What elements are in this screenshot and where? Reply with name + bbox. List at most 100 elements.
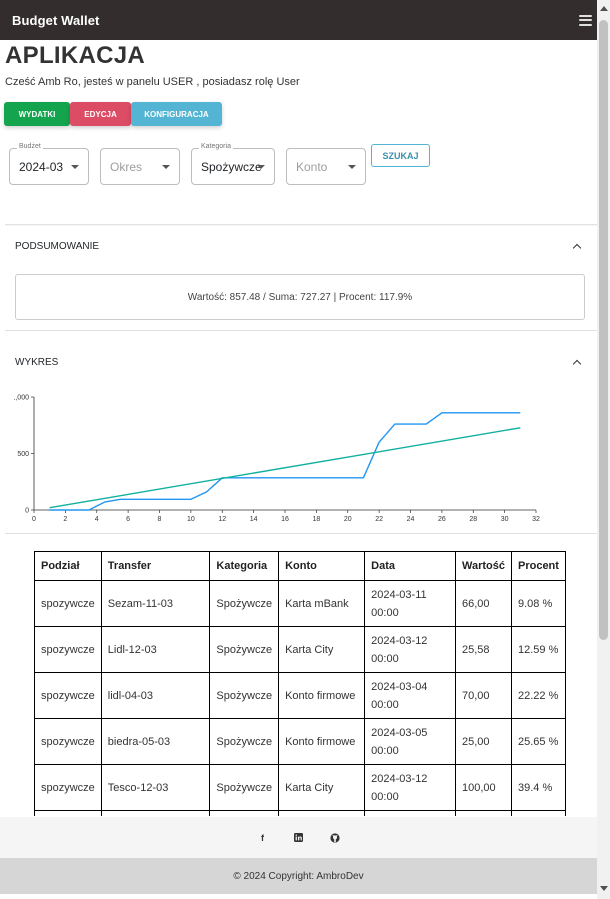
table-row[interactable]: spozywcze Tesco-12-03 Spożywcze Karta City 2… — [34, 764, 566, 811]
page-title: APLIKACJA — [5, 42, 146, 69]
summary-box: Wartość: 857.48 / Suma: 727.27 | Procent… — [15, 274, 585, 320]
table-cell — [364, 810, 456, 816]
y-tick-label: 1,000 — [14, 395, 29, 402]
x-tick-label: 14 — [250, 516, 258, 523]
x-tick-label: 8 — [158, 516, 162, 523]
table-cell: 2024-03-05 00:00 — [364, 718, 456, 765]
chevron-down-icon — [71, 165, 79, 169]
facebook-icon[interactable]: f — [258, 833, 268, 843]
linkedin-icon[interactable] — [294, 833, 304, 843]
table-cell: 25,58 — [454, 626, 512, 673]
x-tick-label: 22 — [375, 516, 383, 523]
table-row[interactable]: spozywcze lidl-04-03 Spożywcze Konto firmow… — [34, 672, 566, 719]
table-cell: 100,00 — [454, 764, 512, 811]
scroll-up-icon[interactable] — [600, 6, 608, 11]
table-cell: spozywcze — [34, 580, 102, 627]
table-row[interactable] — [34, 810, 566, 816]
konfiguracja-button[interactable]: KONFIGURACJA — [131, 102, 222, 126]
github-icon[interactable] — [329, 832, 340, 843]
brand-title[interactable]: Budget Wallet — [12, 13, 99, 28]
table-cell: 12.59 % — [510, 626, 566, 673]
table-cell: spozywcze — [34, 672, 102, 719]
x-tick-label: 28 — [469, 516, 477, 523]
y-tick-label: 500 — [17, 451, 29, 458]
chevron-up-icon[interactable] — [572, 243, 582, 252]
table-row[interactable]: spozywcze biedra-05-03 Spożywcze Konto firm… — [34, 718, 566, 765]
x-tick-label: 6 — [126, 516, 130, 523]
budzet-select[interactable]: Budżet 2024-03 — [9, 143, 89, 185]
table-cell: spozywcze — [34, 626, 102, 673]
table-cell — [510, 810, 566, 816]
x-tick-label: 24 — [407, 516, 415, 523]
series-line-1 — [49, 427, 521, 509]
transactions-table: Podział Transfer Kategoria Konto Data Wartość… — [34, 551, 566, 816]
table-row[interactable]: spozywcze Sezam-11-03 Spożywcze Karta mBank… — [34, 580, 566, 627]
table-cell: 25,00 — [454, 718, 512, 765]
konto-placeholder: Konto — [296, 159, 328, 174]
konto-select[interactable]: Konto — [286, 148, 366, 185]
x-tick-label: 2 — [63, 516, 67, 523]
table-cell: Sezam-11-03 — [100, 580, 211, 627]
chevron-down-icon — [162, 165, 170, 169]
table-cell — [34, 810, 102, 816]
table-cell: Spożywcze — [209, 672, 280, 719]
table-row[interactable]: spozywcze Lidl-12-03 Spożywcze Karta City 20… — [34, 626, 566, 673]
table-cell: Spożywcze — [209, 626, 280, 673]
column-header: Transfer — [100, 551, 211, 581]
x-tick-label: 4 — [95, 516, 99, 523]
chart-accordion-header[interactable]: WYKRES — [0, 342, 597, 382]
x-tick-label: 20 — [344, 516, 352, 523]
table-cell: 25.65 % — [510, 718, 566, 765]
chevron-down-icon — [348, 165, 356, 169]
table-cell: Spożywcze — [209, 764, 280, 811]
table-cell — [209, 810, 280, 816]
x-tick-label: 18 — [312, 516, 320, 523]
kategoria-select[interactable]: Kategoria Spożywcze — [191, 143, 275, 185]
panel-divider — [5, 330, 597, 331]
navbar: Budget Wallet — [0, 0, 610, 40]
hamburger-icon[interactable] — [579, 14, 592, 26]
summary-text: Wartość: 857.48 / Suma: 727.27 | Procent… — [187, 291, 413, 303]
y-tick-label: 0 — [25, 508, 29, 515]
table-cell: 66,00 — [454, 580, 512, 627]
chevron-up-icon[interactable] — [572, 359, 582, 368]
table-cell: Spożywcze — [209, 718, 280, 765]
line-chart: 0246810121416182022242628303205001,000 — [14, 395, 540, 524]
table-cell: Konto firmowe — [278, 672, 366, 719]
x-tick-label: 30 — [501, 516, 509, 523]
table-cell: lidl-04-03 — [100, 672, 211, 719]
edycja-button[interactable]: EDYCJA — [70, 102, 131, 126]
scroll-down-icon[interactable] — [600, 886, 608, 891]
okres-placeholder: Okres — [110, 159, 143, 174]
panel-divider — [5, 533, 597, 534]
page-scrollbar[interactable] — [597, 0, 610, 899]
table-cell: 70,00 — [454, 672, 512, 719]
search-button[interactable]: SZUKAJ — [371, 144, 430, 167]
wydatki-button[interactable]: WYDATKI — [4, 102, 70, 126]
summary-title: PODSUMOWANIE — [15, 240, 100, 252]
summary-accordion-header[interactable]: PODSUMOWANIE — [0, 226, 597, 266]
footer-social: f — [0, 817, 597, 858]
budzet-label: Budżet — [17, 143, 43, 150]
greeting-text: Cześć Amb Ro, jesteś w panelu USER , pos… — [5, 76, 300, 88]
table-cell: 2024-03-12 00:00 — [364, 626, 456, 673]
x-tick-label: 16 — [281, 516, 289, 523]
chart-section-title: WYKRES — [15, 356, 59, 368]
column-header: Wartość — [454, 551, 512, 581]
table-cell: 22.22 % — [510, 672, 566, 719]
column-header: Data — [364, 551, 456, 581]
table-cell: 2024-03-12 00:00 — [364, 764, 456, 811]
x-tick-label: 12 — [218, 516, 226, 523]
table-cell: Spożywcze — [209, 580, 280, 627]
x-tick-label: 0 — [32, 516, 36, 523]
scrollbar-thumb[interactable] — [599, 20, 608, 640]
okres-select[interactable]: Okres — [100, 148, 180, 185]
column-header: Kategoria — [209, 551, 280, 581]
table-cell — [100, 810, 211, 816]
copyright-text: © 2024 Copyright: AmbroDev — [233, 870, 364, 882]
table-cell: 2024-03-04 00:00 — [364, 672, 456, 719]
budzet-value: 2024-03 — [19, 159, 64, 174]
table-cell: Tesco-12-03 — [100, 764, 211, 811]
x-tick-label: 32 — [532, 516, 540, 523]
table-header-row: Podział Transfer Kategoria Konto Data Wartość… — [34, 551, 566, 581]
